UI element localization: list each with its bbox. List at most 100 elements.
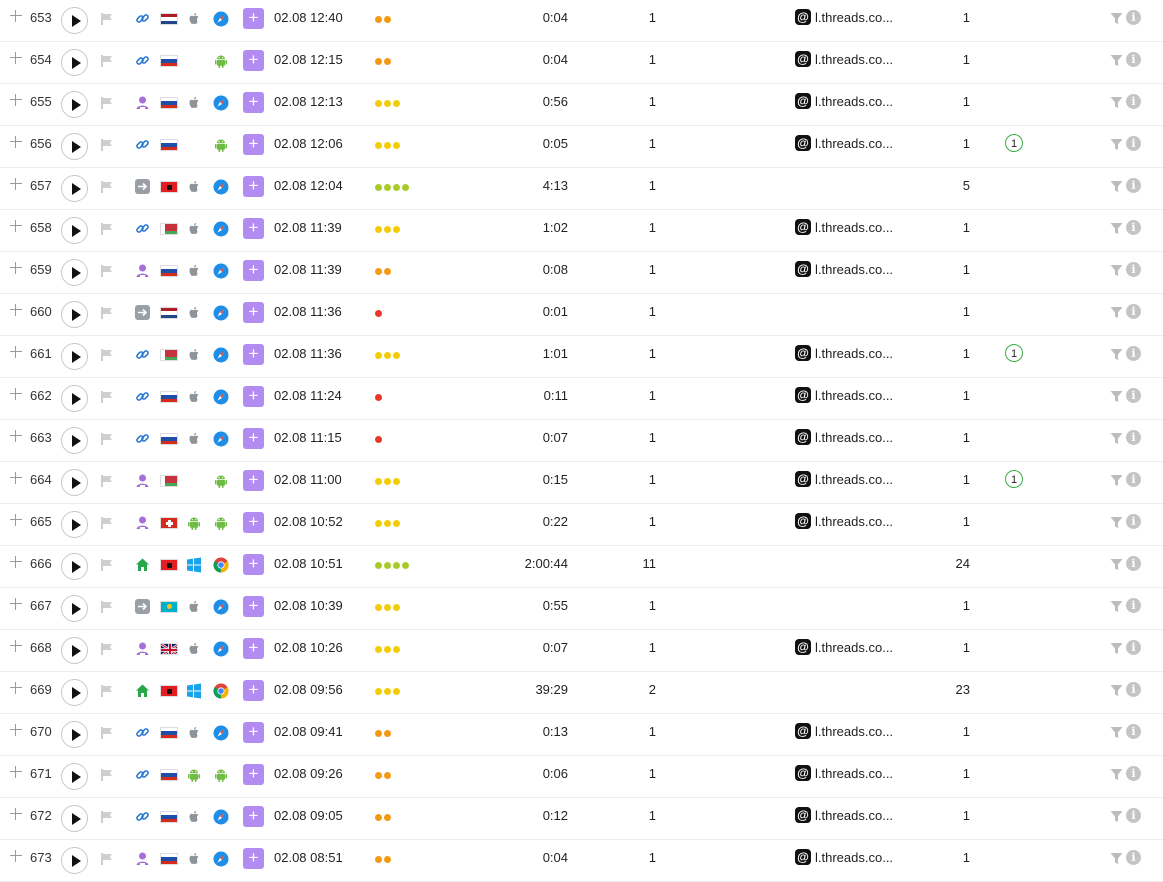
expand-icon[interactable] <box>9 177 23 191</box>
flag-icon[interactable] <box>100 138 114 152</box>
filter-icon[interactable] <box>1110 12 1123 25</box>
info-icon[interactable]: i <box>1126 682 1141 697</box>
expand-icon[interactable] <box>9 345 23 359</box>
flag-icon[interactable] <box>100 684 114 698</box>
flag-icon[interactable] <box>100 852 114 866</box>
filter-icon[interactable] <box>1110 642 1123 655</box>
info-icon[interactable]: i <box>1126 178 1141 193</box>
info-icon[interactable]: i <box>1126 766 1141 781</box>
info-icon[interactable]: i <box>1126 808 1141 823</box>
filter-icon[interactable] <box>1110 726 1123 739</box>
play-button[interactable] <box>61 259 88 286</box>
referrer[interactable]: @ l.threads.co... <box>795 723 893 739</box>
add-button[interactable]: + <box>243 92 264 113</box>
referrer[interactable]: @ l.threads.co... <box>795 261 893 277</box>
add-button[interactable]: + <box>243 554 264 575</box>
referrer[interactable]: @ l.threads.co... <box>795 51 893 67</box>
info-icon[interactable]: i <box>1126 724 1141 739</box>
referrer[interactable]: @ l.threads.co... <box>795 387 893 403</box>
filter-icon[interactable] <box>1110 222 1123 235</box>
filter-icon[interactable] <box>1110 306 1123 319</box>
info-icon[interactable]: i <box>1126 640 1141 655</box>
flag-icon[interactable] <box>100 54 114 68</box>
expand-icon[interactable] <box>9 9 23 23</box>
expand-icon[interactable] <box>9 639 23 653</box>
referrer[interactable]: @ l.threads.co... <box>795 807 893 823</box>
expand-icon[interactable] <box>9 93 23 107</box>
flag-icon[interactable] <box>100 558 114 572</box>
filter-icon[interactable] <box>1110 768 1123 781</box>
expand-icon[interactable] <box>9 597 23 611</box>
info-icon[interactable]: i <box>1126 52 1141 67</box>
add-button[interactable]: + <box>243 134 264 155</box>
info-icon[interactable]: i <box>1126 556 1141 571</box>
add-button[interactable]: + <box>243 806 264 827</box>
expand-icon[interactable] <box>9 471 23 485</box>
flag-icon[interactable] <box>100 306 114 320</box>
info-icon[interactable]: i <box>1126 220 1141 235</box>
referrer[interactable]: @ l.threads.co... <box>795 639 893 655</box>
flag-icon[interactable] <box>100 516 114 530</box>
expand-icon[interactable] <box>9 849 23 863</box>
filter-icon[interactable] <box>1110 600 1123 613</box>
add-button[interactable]: + <box>243 386 264 407</box>
add-button[interactable]: + <box>243 722 264 743</box>
expand-icon[interactable] <box>9 135 23 149</box>
add-button[interactable]: + <box>243 218 264 239</box>
play-button[interactable] <box>61 49 88 76</box>
play-button[interactable] <box>61 427 88 454</box>
filter-icon[interactable] <box>1110 180 1123 193</box>
play-button[interactable] <box>61 7 88 34</box>
play-button[interactable] <box>61 511 88 538</box>
filter-icon[interactable] <box>1110 54 1123 67</box>
filter-icon[interactable] <box>1110 684 1123 697</box>
filter-icon[interactable] <box>1110 558 1123 571</box>
add-button[interactable]: + <box>243 512 264 533</box>
filter-icon[interactable] <box>1110 516 1123 529</box>
filter-icon[interactable] <box>1110 432 1123 445</box>
filter-icon[interactable] <box>1110 810 1123 823</box>
play-button[interactable] <box>61 385 88 412</box>
flag-icon[interactable] <box>100 810 114 824</box>
referrer[interactable]: @ l.threads.co... <box>795 93 893 109</box>
play-button[interactable] <box>61 847 88 874</box>
referrer[interactable]: @ l.threads.co... <box>795 135 893 151</box>
referrer[interactable]: @ l.threads.co... <box>795 345 893 361</box>
info-icon[interactable]: i <box>1126 94 1141 109</box>
referrer[interactable]: @ l.threads.co... <box>795 471 893 487</box>
info-icon[interactable]: i <box>1126 136 1141 151</box>
filter-icon[interactable] <box>1110 138 1123 151</box>
add-button[interactable]: + <box>243 680 264 701</box>
add-button[interactable]: + <box>243 260 264 281</box>
referrer[interactable]: @ l.threads.co... <box>795 9 893 25</box>
info-icon[interactable]: i <box>1126 850 1141 865</box>
add-button[interactable]: + <box>243 428 264 449</box>
play-button[interactable] <box>61 217 88 244</box>
info-icon[interactable]: i <box>1126 262 1141 277</box>
expand-icon[interactable] <box>9 429 23 443</box>
flag-icon[interactable] <box>100 96 114 110</box>
flag-icon[interactable] <box>100 390 114 404</box>
play-button[interactable] <box>61 133 88 160</box>
play-button[interactable] <box>61 763 88 790</box>
play-button[interactable] <box>61 679 88 706</box>
expand-icon[interactable] <box>9 387 23 401</box>
filter-icon[interactable] <box>1110 264 1123 277</box>
flag-icon[interactable] <box>100 264 114 278</box>
referrer[interactable]: @ l.threads.co... <box>795 513 893 529</box>
expand-icon[interactable] <box>9 723 23 737</box>
flag-icon[interactable] <box>100 726 114 740</box>
info-icon[interactable]: i <box>1126 388 1141 403</box>
flag-icon[interactable] <box>100 348 114 362</box>
add-button[interactable]: + <box>243 470 264 491</box>
flag-icon[interactable] <box>100 222 114 236</box>
info-icon[interactable]: i <box>1126 304 1141 319</box>
add-button[interactable]: + <box>243 302 264 323</box>
add-button[interactable]: + <box>243 638 264 659</box>
expand-icon[interactable] <box>9 681 23 695</box>
expand-icon[interactable] <box>9 765 23 779</box>
info-icon[interactable]: i <box>1126 430 1141 445</box>
expand-icon[interactable] <box>9 261 23 275</box>
flag-icon[interactable] <box>100 642 114 656</box>
add-button[interactable]: + <box>243 764 264 785</box>
